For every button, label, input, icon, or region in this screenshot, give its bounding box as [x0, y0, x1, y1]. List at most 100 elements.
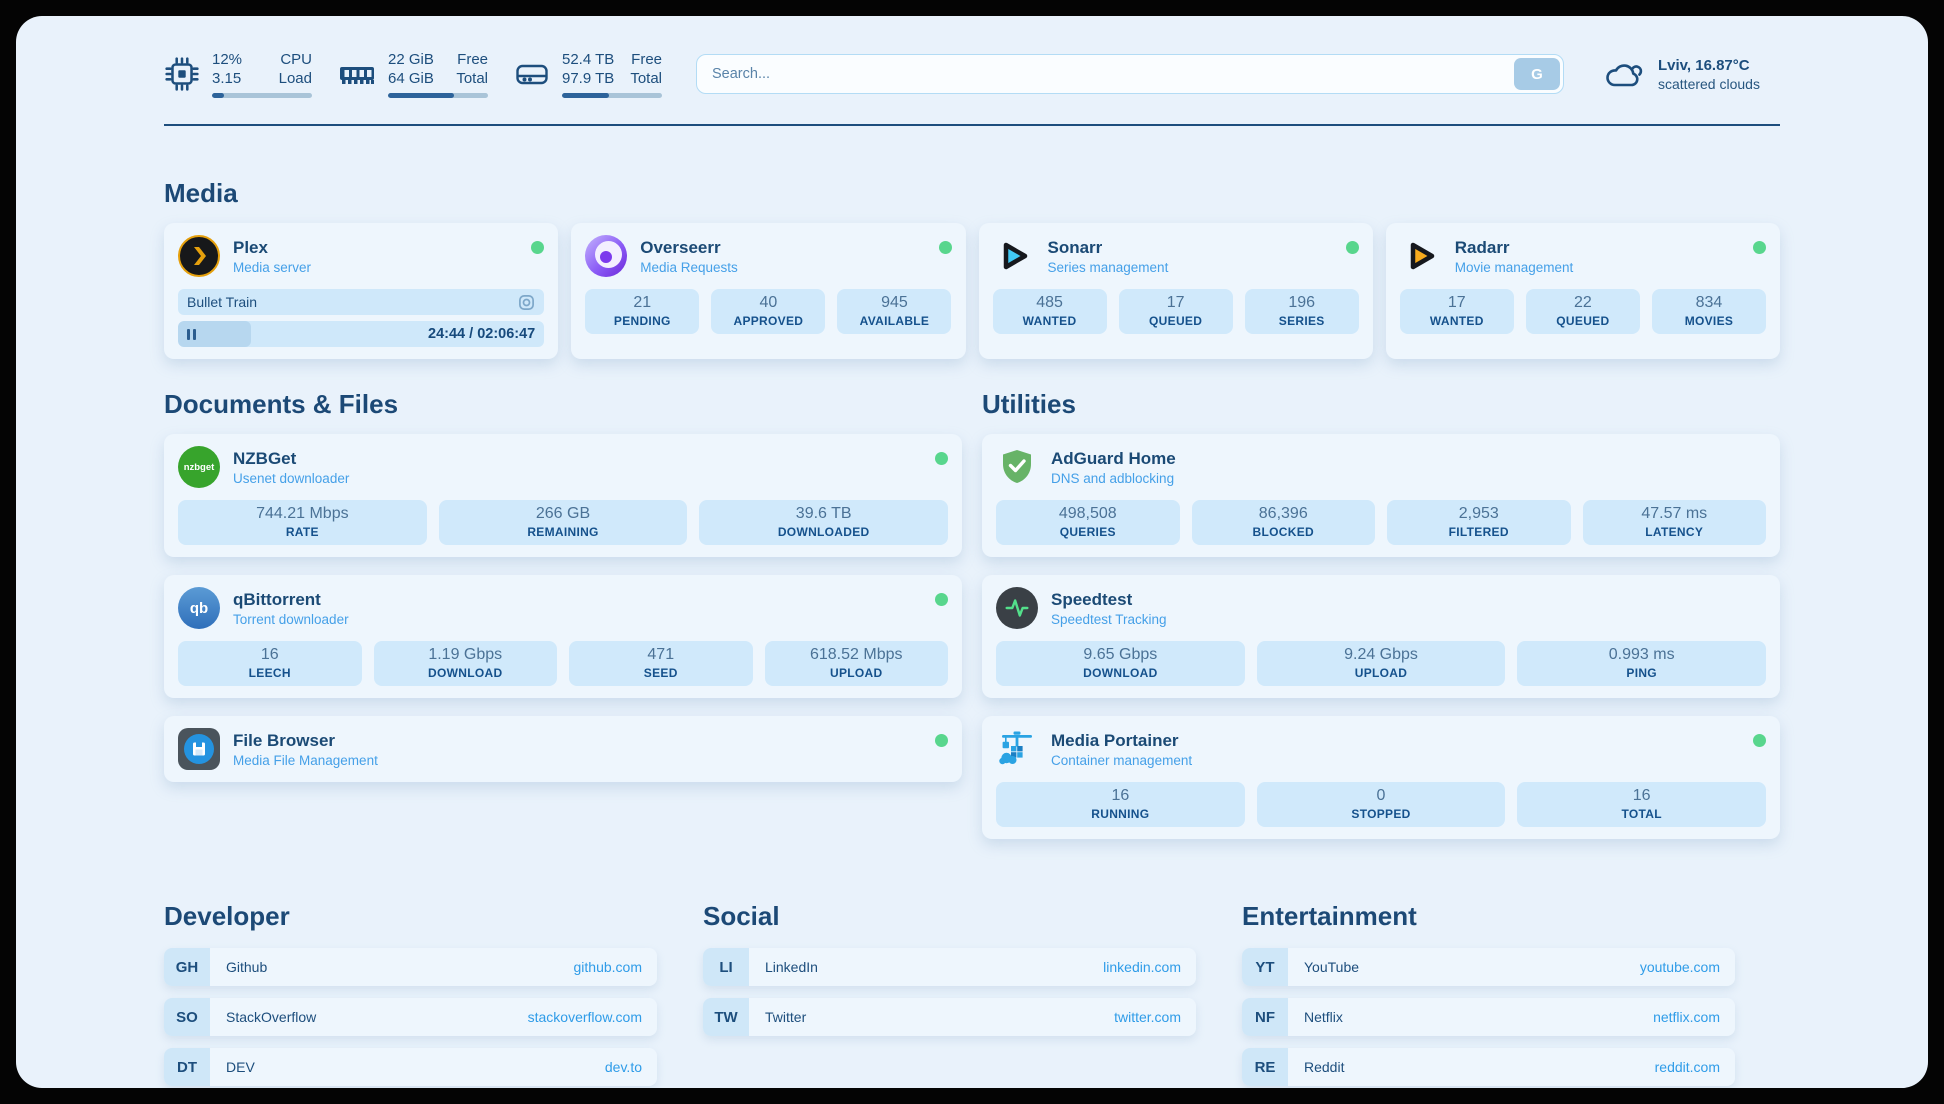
bookmark-reddit[interactable]: RE Reddit reddit.com — [1242, 1048, 1735, 1086]
stat-label: MOVIES — [1654, 314, 1764, 328]
bookmark-url: youtube.com — [1640, 959, 1720, 975]
status-dot — [1753, 241, 1766, 254]
stat-label: FILTERED — [1389, 525, 1569, 539]
stat-value: 744.21 Mbps — [180, 505, 425, 523]
stat-label: AVAILABLE — [839, 314, 949, 328]
stat-label: DOWNLOAD — [376, 666, 556, 680]
cpu-load-value: 3.15 — [212, 69, 242, 88]
now-playing-title: Bullet Train — [187, 294, 257, 310]
app-name: Plex — [233, 238, 311, 258]
bookmark-stackoverflow[interactable]: SO StackOverflow stackoverflow.com — [164, 998, 657, 1036]
qbittorrent-icon: qb — [178, 587, 220, 629]
stat-value: 618.52 Mbps — [767, 646, 947, 664]
stat-value: 16 — [180, 646, 360, 664]
app-card-media-portainer[interactable]: Media Portainer Container management 16 … — [982, 716, 1780, 839]
cpu-usage-value: 12% — [212, 50, 242, 69]
stat-label: BLOCKED — [1194, 525, 1374, 539]
now-playing-open-icon[interactable] — [518, 294, 535, 311]
app-card-plex[interactable]: Plex Media server Bullet Train — [164, 223, 558, 359]
app-name: Sonarr — [1048, 238, 1169, 258]
stat-label: WANTED — [1402, 314, 1512, 328]
app-name: File Browser — [233, 731, 378, 751]
section-title-utilities: Utilities — [982, 389, 1780, 420]
cloud-icon — [1602, 55, 1646, 93]
stat-value: 17 — [1121, 294, 1231, 312]
stat-approved: 40 APPROVED — [711, 289, 825, 334]
disk-icon — [514, 57, 550, 91]
bookmark-name: DEV — [226, 1059, 255, 1075]
stat-upload: 618.52 Mbps UPLOAD — [765, 641, 949, 686]
stat-download: 9.65 Gbps DOWNLOAD — [996, 641, 1245, 686]
weather-location-temperature: Lviv, 16.87°C — [1658, 57, 1760, 74]
bookmark-url: reddit.com — [1655, 1059, 1720, 1075]
now-playing-title-row: Bullet Train — [178, 289, 544, 315]
bookmark-abbr: RE — [1242, 1048, 1288, 1086]
bookmark-youtube[interactable]: YT YouTube youtube.com — [1242, 948, 1735, 986]
stat-upload: 9.24 Gbps UPLOAD — [1257, 641, 1506, 686]
app-card-file-browser[interactable]: File Browser Media File Management — [164, 716, 962, 782]
app-subtitle: Container management — [1051, 753, 1192, 768]
bookmark-group-entertainment: Entertainment YT YouTube youtube.com NF … — [1242, 901, 1735, 1086]
stat-label: REMAINING — [441, 525, 686, 539]
disk-progress-bar — [562, 93, 662, 98]
now-playing-progress-bar[interactable]: 24:44 / 02:06:47 — [178, 321, 544, 347]
status-dot — [939, 241, 952, 254]
bookmark-url: linkedin.com — [1103, 959, 1181, 975]
stat-total: 16 TOTAL — [1517, 782, 1766, 827]
stat-label: PING — [1519, 666, 1764, 680]
stat-value: 0.993 ms — [1519, 646, 1764, 664]
sonarr-icon — [993, 235, 1035, 277]
app-name: Speedtest — [1051, 590, 1167, 610]
top-bar: 12% 3.15 CPU Load — [164, 50, 1780, 98]
app-card-qbittorrent[interactable]: qb qBittorrent Torrent downloader 16 LEE… — [164, 575, 962, 698]
bookmark-github[interactable]: GH Github github.com — [164, 948, 657, 986]
app-subtitle: Series management — [1048, 260, 1169, 275]
system-stat-cpu: 12% 3.15 CPU Load — [164, 50, 312, 98]
bookmark-name: StackOverflow — [226, 1009, 316, 1025]
file-browser-icon — [178, 728, 220, 770]
bookmark-twitter[interactable]: TW Twitter twitter.com — [703, 998, 1196, 1036]
bookmark-abbr: NF — [1242, 998, 1288, 1036]
bookmark-linkedin[interactable]: LI LinkedIn linkedin.com — [703, 948, 1196, 986]
app-card-radarr[interactable]: Radarr Movie management 17 WANTED 22 QUE… — [1386, 223, 1780, 359]
app-card-speedtest[interactable]: Speedtest Speedtest Tracking 9.65 Gbps D… — [982, 575, 1780, 698]
disk-free-label: Free — [630, 50, 662, 69]
bookmark-abbr: GH — [164, 948, 210, 986]
stat-label: DOWNLOAD — [998, 666, 1243, 680]
overseerr-icon — [585, 235, 627, 277]
app-card-sonarr[interactable]: Sonarr Series management 485 WANTED 17 Q… — [979, 223, 1373, 359]
stat-movies: 834 MOVIES — [1652, 289, 1766, 334]
bookmark-name: Github — [226, 959, 267, 975]
bookmark-name: LinkedIn — [765, 959, 818, 975]
app-card-adguard-home[interactable]: AdGuard Home DNS and adblocking 498,508 … — [982, 434, 1780, 557]
memory-free-value: 22 GiB — [388, 50, 434, 69]
adguard-icon — [996, 446, 1038, 488]
system-stat-disk: 52.4 TB 97.9 TB Free Total — [514, 50, 662, 98]
app-card-nzbget[interactable]: nzbget NZBGet Usenet downloader 744.21 M… — [164, 434, 962, 557]
stat-filtered: 2,953 FILTERED — [1387, 500, 1571, 545]
stat-label: TOTAL — [1519, 807, 1764, 821]
stat-label: RATE — [180, 525, 425, 539]
bookmark-abbr: YT — [1242, 948, 1288, 986]
stat-value: 498,508 — [998, 505, 1178, 523]
status-dot — [1346, 241, 1359, 254]
app-subtitle: Movie management — [1455, 260, 1574, 275]
app-card-overseerr[interactable]: Overseerr Media Requests 21 PENDING 40 A… — [571, 223, 965, 359]
weather-widget: Lviv, 16.87°C scattered clouds — [1602, 55, 1780, 93]
app-subtitle: Media File Management — [233, 753, 378, 768]
bookmark-url: netflix.com — [1653, 1009, 1720, 1025]
memory-icon — [338, 57, 376, 91]
stat-label: UPLOAD — [767, 666, 947, 680]
bookmark-url: stackoverflow.com — [528, 1009, 642, 1025]
stat-download: 1.19 Gbps DOWNLOAD — [374, 641, 558, 686]
bookmark-netflix[interactable]: NF Netflix netflix.com — [1242, 998, 1735, 1036]
bookmark-dev[interactable]: DT DEV dev.to — [164, 1048, 657, 1086]
search-input[interactable] — [696, 54, 1564, 94]
bookmark-url: github.com — [574, 959, 642, 975]
bookmark-name: Twitter — [765, 1009, 806, 1025]
search-engine-button[interactable]: G — [1514, 58, 1560, 90]
cpu-icon — [164, 56, 200, 92]
stat-value: 471 — [571, 646, 751, 664]
radarr-icon — [1400, 235, 1442, 277]
stat-queued: 22 QUEUED — [1526, 289, 1640, 334]
